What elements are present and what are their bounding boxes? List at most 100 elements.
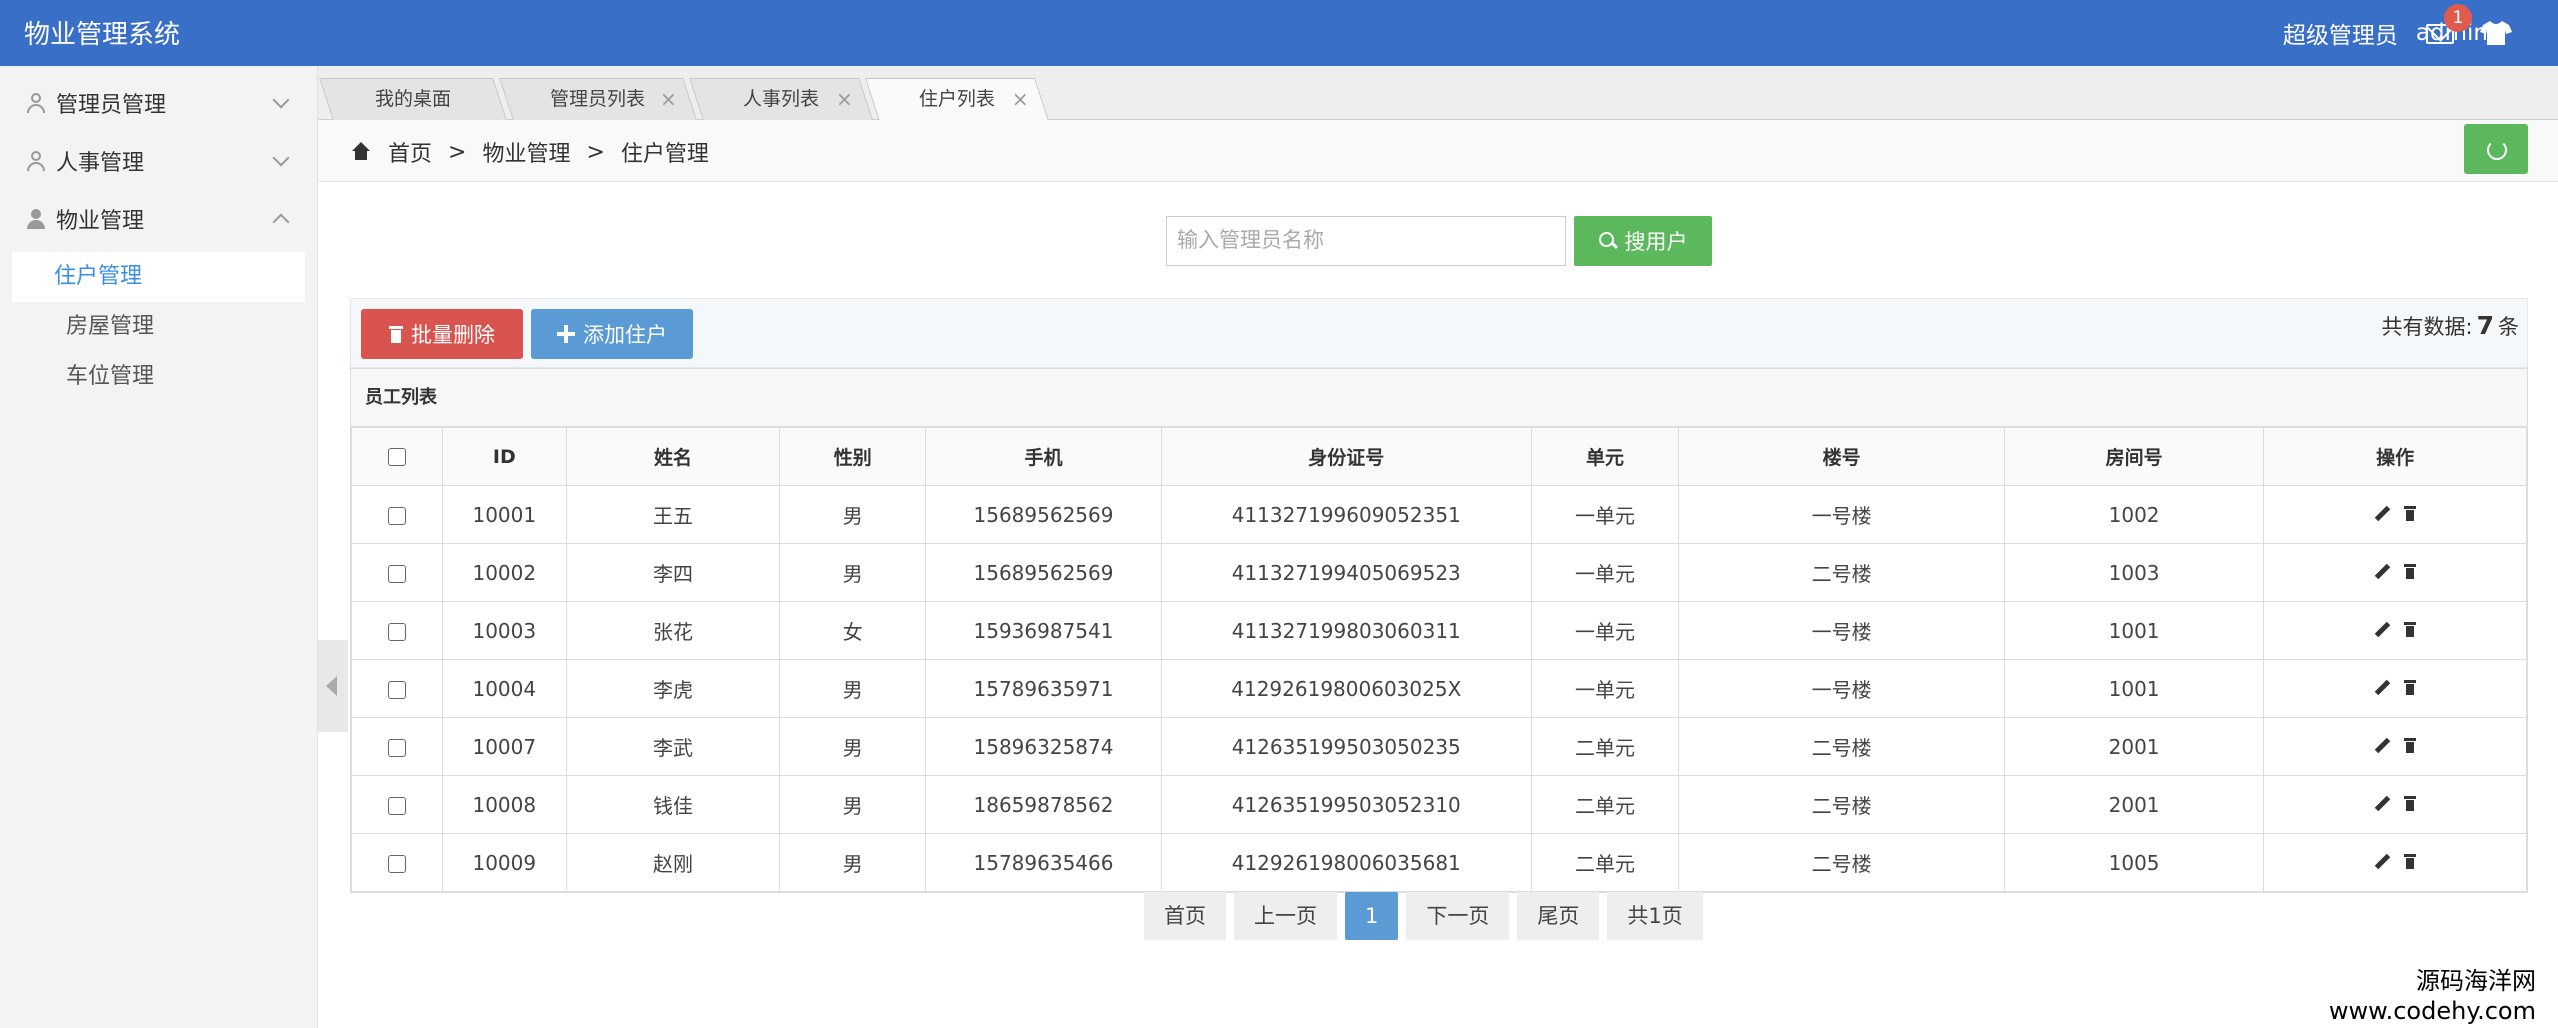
- table-row: 10001 王五男 15689562569 411327199609052351 一单元…: [351, 485, 2527, 544]
- add-resident-button[interactable]: 添加住户: [531, 309, 693, 359]
- table-cell: 412635199503052310: [1160, 775, 1532, 834]
- breadcrumb: 首页 > 物业管理 > 住户管理: [350, 136, 709, 168]
- search-button[interactable]: 搜用户: [1574, 216, 1712, 266]
- close-icon[interactable]: ×: [1012, 79, 1029, 119]
- row-checkbox[interactable]: [387, 507, 406, 525]
- close-icon[interactable]: ×: [836, 79, 853, 119]
- table-cell: 男: [779, 775, 927, 834]
- column-header: 姓名: [565, 427, 781, 486]
- refresh-button[interactable]: [2464, 124, 2528, 174]
- page-current[interactable]: 1: [1345, 892, 1399, 940]
- sidebar-group-property[interactable]: 物业管理: [0, 190, 317, 248]
- search-input[interactable]: [1166, 216, 1566, 266]
- breadcrumb-level1[interactable]: 物业管理: [482, 136, 570, 168]
- message-button[interactable]: 1: [2424, 4, 2472, 50]
- plus-icon: [557, 325, 575, 343]
- page-first[interactable]: 首页: [1144, 892, 1226, 940]
- table-cell: 女: [779, 601, 927, 660]
- theme-shirt-icon[interactable]: [2480, 19, 2512, 47]
- column-header: 性别: [779, 427, 927, 486]
- edit-icon[interactable]: [2374, 680, 2390, 696]
- table-row: 10004 李虎男 15789635971 41292619800603025X 一单元…: [351, 659, 2527, 718]
- row-actions: [2374, 680, 2417, 696]
- row-checkbox[interactable]: [387, 739, 406, 757]
- table-cell: 李武: [565, 717, 781, 776]
- tab-hr-list[interactable]: 人事列表 ×: [689, 78, 873, 120]
- edit-icon[interactable]: [2374, 854, 2390, 870]
- column-header: 单元: [1530, 427, 1680, 486]
- edit-icon[interactable]: [2374, 506, 2390, 522]
- search-icon: [1598, 232, 1617, 250]
- home-icon: [350, 142, 372, 162]
- sidebar-item-houses[interactable]: 房屋管理: [12, 302, 305, 352]
- column-header: 操作: [2263, 427, 2527, 486]
- table-cell: 15896325874: [925, 717, 1162, 776]
- sidebar-group-admin[interactable]: 管理员管理: [0, 74, 317, 132]
- batch-delete-button[interactable]: 批量删除: [361, 309, 523, 359]
- tab-desktop[interactable]: 我的桌面: [319, 78, 507, 120]
- column-header: 房间号: [2003, 427, 2265, 486]
- row-checkbox[interactable]: [387, 797, 406, 815]
- table-cell: 王五: [565, 485, 781, 544]
- row-actions: [2374, 796, 2417, 812]
- table-cell: 二号楼: [1678, 775, 2005, 834]
- breadcrumb-home[interactable]: 首页: [388, 136, 432, 168]
- table-cell: 男: [779, 717, 927, 776]
- edit-icon[interactable]: [2374, 796, 2390, 812]
- table-cell: 1001: [2003, 659, 2265, 718]
- sidebar: 管理员管理 人事管理 物业管理 住户管理 房屋管理 车位管理: [0, 66, 318, 1028]
- table-cell: 1003: [2003, 543, 2265, 602]
- resident-table: ID 姓名 性别 手机 身份证号 单元 楼号 房间号 操作 10001 王五男 15…: [351, 427, 2527, 892]
- page-last[interactable]: 尾页: [1517, 892, 1600, 940]
- chevron-down-icon: [272, 91, 290, 109]
- table-cell: 10003: [441, 601, 567, 660]
- delete-icon[interactable]: [2404, 796, 2417, 811]
- tab-admin-list[interactable]: 管理员列表 ×: [499, 78, 697, 120]
- sidebar-collapse-handle[interactable]: [318, 640, 348, 732]
- sidebar-group-hr[interactable]: 人事管理: [0, 132, 317, 190]
- user-role[interactable]: 超级管理员: [2283, 16, 2398, 50]
- delete-icon[interactable]: [2404, 680, 2417, 695]
- table-cell: 一单元: [1530, 659, 1680, 718]
- page-prev[interactable]: 上一页: [1234, 892, 1337, 940]
- table-cell: 一号楼: [1678, 485, 2005, 544]
- row-checkbox[interactable]: [387, 855, 406, 873]
- page-next[interactable]: 下一页: [1406, 892, 1510, 940]
- row-actions: [2374, 506, 2417, 522]
- table-cell: 男: [779, 485, 927, 544]
- delete-icon[interactable]: [2404, 854, 2417, 869]
- table-cell: 男: [779, 659, 927, 718]
- user-icon: [26, 92, 46, 114]
- table-row: 10009 赵刚男 15789635466 412926198006035681 二单元…: [351, 833, 2527, 892]
- edit-icon[interactable]: [2374, 738, 2390, 754]
- select-all-checkbox[interactable]: [387, 448, 406, 466]
- sidebar-group-label: 人事管理: [56, 151, 145, 176]
- row-checkbox[interactable]: [387, 623, 406, 641]
- column-header: 楼号: [1678, 427, 2005, 486]
- row-checkbox[interactable]: [387, 565, 406, 583]
- row-checkbox[interactable]: [387, 681, 406, 699]
- tab-resident-list[interactable]: 住户列表 ×: [865, 78, 1049, 121]
- total-count: 共有数据: 7 条: [2381, 311, 2519, 340]
- table-cell: 二单元: [1530, 833, 1680, 892]
- page-total: 共1页: [1607, 892, 1703, 940]
- delete-icon[interactable]: [2404, 738, 2417, 753]
- close-icon[interactable]: ×: [660, 79, 677, 119]
- app-title: 物业管理系统: [24, 20, 181, 50]
- breadcrumb-level2: 住户管理: [620, 142, 709, 167]
- tab-bar: 我的桌面 管理员列表 × 人事列表 × 住户列表 ×: [318, 66, 2558, 121]
- table-cell: 一号楼: [1678, 601, 2005, 660]
- delete-icon[interactable]: [2404, 564, 2417, 579]
- sidebar-item-residents[interactable]: 住户管理: [12, 252, 305, 302]
- table-cell: 二号楼: [1678, 833, 2005, 892]
- breadcrumb-separator: >: [448, 139, 467, 165]
- sidebar-item-parking[interactable]: 车位管理: [12, 352, 305, 402]
- edit-icon[interactable]: [2374, 622, 2390, 638]
- table-cell: 15689562569: [925, 485, 1162, 544]
- table-row: 10007 李武男 15896325874 412635199503050235 二单元…: [351, 717, 2527, 776]
- table-cell: 15789635971: [925, 659, 1162, 718]
- delete-icon[interactable]: [2404, 506, 2417, 521]
- edit-icon[interactable]: [2374, 564, 2390, 580]
- delete-icon[interactable]: [2404, 622, 2417, 637]
- table-cell: 1005: [2003, 833, 2265, 892]
